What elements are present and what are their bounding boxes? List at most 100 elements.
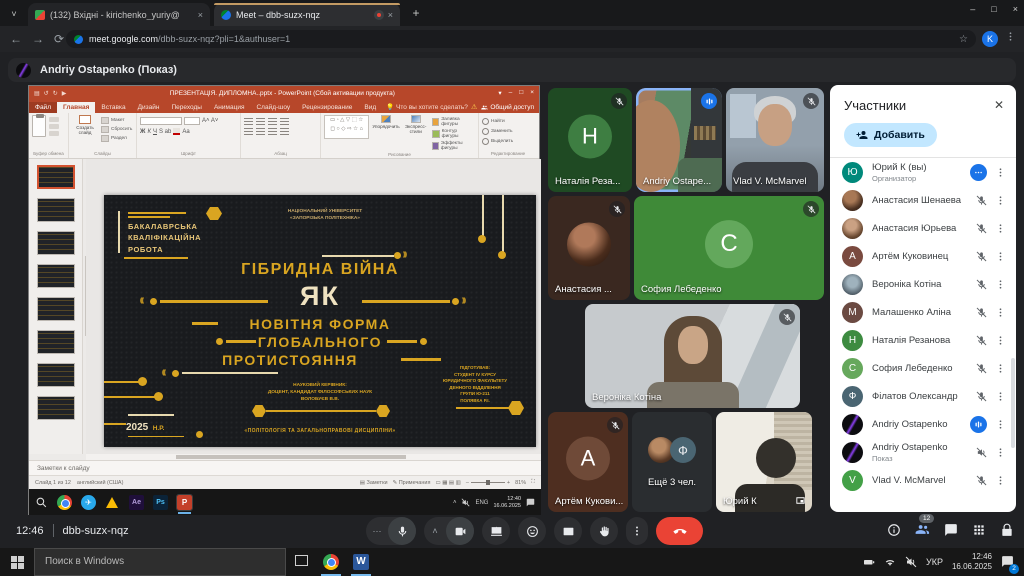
participant-row[interactable]: С София Лебеденко	[830, 354, 1016, 382]
video-tile-vlad[interactable]: Vlad V. McMarvel	[726, 88, 824, 192]
shapes-gallery[interactable]: ▭ ◦ △ ▽ ⬚ ☆◻ ○ ◇ ⇨ ☆ ⌂	[324, 115, 369, 139]
video-tile-andriy[interactable]: Andriy Ostape...	[636, 88, 722, 192]
notes-toggle[interactable]: ▤ Заметки	[360, 480, 388, 486]
participant-menu-icon[interactable]	[995, 279, 1006, 290]
slide-thumbnail-1[interactable]	[37, 165, 75, 189]
captions-button[interactable]	[554, 517, 582, 545]
camera-control[interactable]: ˄	[424, 517, 474, 545]
speaker-icon[interactable]	[461, 498, 470, 507]
video-tile-overflow[interactable]: Ф Ещё 3 чел.	[632, 412, 712, 512]
participant-menu-icon[interactable]	[995, 391, 1006, 402]
view-buttons[interactable]: ▭ ▦ ▤ ▥	[435, 480, 460, 486]
italic-button[interactable]: К	[147, 129, 151, 135]
find-button[interactable]: Найти	[482, 118, 513, 125]
browser-menu-icon[interactable]	[1005, 31, 1016, 42]
replace-button[interactable]: Заменить	[482, 128, 513, 135]
bullets-button[interactable]	[244, 118, 253, 125]
tab-home[interactable]: Главная	[57, 102, 95, 113]
participant-row[interactable]: Анастасия Юрьева	[830, 214, 1016, 242]
participant-menu-icon[interactable]	[995, 447, 1006, 458]
video-tile-natalia[interactable]: Н Наталія Реза...	[548, 88, 632, 192]
tab-close-icon[interactable]: ×	[384, 10, 393, 20]
aftereffects-taskbar-icon[interactable]: Ae	[129, 495, 144, 510]
notes-area[interactable]: Заметки к слайду	[29, 460, 541, 475]
task-view-button[interactable]	[286, 553, 316, 571]
video-tile-veronika[interactable]: Вероніка Котіна	[585, 304, 800, 408]
participant-menu-icon[interactable]	[995, 335, 1006, 346]
restore-icon[interactable]: □	[519, 89, 523, 97]
present-button[interactable]	[482, 517, 510, 545]
share-button[interactable]: Общий доступ	[481, 104, 534, 111]
camera-icon[interactable]	[446, 517, 474, 545]
end-call-button[interactable]	[656, 517, 703, 545]
participant-row[interactable]: Ю Юрий К (вы)Организатор	[830, 158, 1016, 186]
activities-icon[interactable]	[972, 523, 986, 537]
shape-outline-button[interactable]: Контур фигуры	[432, 129, 475, 139]
participant-menu-icon[interactable]	[995, 167, 1006, 178]
tab-close-icon[interactable]: ×	[194, 10, 203, 20]
shape-fill-button[interactable]: Заливка фигуры	[432, 117, 475, 127]
browser-profile-avatar[interactable]: K	[982, 31, 998, 47]
pip-icon[interactable]	[795, 495, 806, 506]
chrome-taskbar-icon[interactable]	[57, 495, 72, 510]
add-participant-button[interactable]: Добавить	[844, 123, 937, 147]
drive-taskbar-icon[interactable]	[105, 495, 120, 510]
video-tile-sofia[interactable]: С София Лебеденко	[634, 196, 824, 300]
more-options-button[interactable]	[626, 517, 648, 545]
save-icon[interactable]: ▤	[34, 90, 40, 97]
participant-row[interactable]: Н Наталія Резанова	[830, 326, 1016, 354]
numbering-button[interactable]	[256, 118, 265, 125]
zoom-level[interactable]: 81%	[515, 480, 526, 486]
video-tile-yuriy[interactable]: Юрий К	[716, 412, 812, 512]
language-indicator[interactable]: УКР	[926, 557, 943, 567]
browser-tab-meet[interactable]: Meet – dbb-suzx-nqz ×	[214, 3, 400, 26]
chat-icon[interactable]	[944, 523, 958, 537]
tab-review[interactable]: Рецензирование	[296, 102, 358, 113]
participant-menu-icon[interactable]	[995, 307, 1006, 318]
spacing-button[interactable]	[280, 118, 289, 125]
shape-effects-button[interactable]: Эффекты фигуры	[432, 141, 475, 151]
close-icon[interactable]: ×	[1013, 4, 1018, 14]
participant-row[interactable]: Вероніка Котіна	[830, 270, 1016, 298]
notification-icon[interactable]	[526, 498, 535, 507]
align-left-button[interactable]	[244, 128, 253, 135]
windows-search-box[interactable]: Поиск в Windows	[34, 548, 286, 576]
new-tab-button[interactable]: +	[408, 6, 424, 22]
back-icon[interactable]: ←	[10, 32, 22, 46]
minimize-icon[interactable]: –	[970, 4, 975, 14]
info-icon[interactable]	[887, 523, 901, 537]
forward-icon[interactable]: →	[32, 32, 44, 46]
video-tile-anastasia[interactable]: Анастасия ...	[548, 196, 630, 300]
presenter-language-indicator[interactable]: ENG	[475, 500, 488, 506]
tab-transitions[interactable]: Переходы	[165, 102, 208, 113]
reload-icon[interactable]: ⟳	[54, 32, 64, 46]
select-button[interactable]: Выделить	[482, 138, 513, 145]
minimize-icon[interactable]: –	[509, 89, 513, 97]
participant-row[interactable]: Анастасия Шенаева	[830, 186, 1016, 214]
participant-row[interactable]: Andriy OstapenkoПоказ	[830, 438, 1016, 466]
slide-thumbnail-3[interactable]	[37, 231, 75, 255]
tray-expand-icon[interactable]: ˄	[453, 500, 457, 506]
participant-row[interactable]: А Артём Куковинец	[830, 242, 1016, 270]
video-tile-artem[interactable]: А Артём Кукови...	[548, 412, 628, 512]
bookmark-star-icon[interactable]: ☆	[959, 34, 968, 45]
comments-toggle[interactable]: ✎ Примечания	[393, 480, 431, 486]
slide-thumbnail-2[interactable]	[37, 198, 75, 222]
close-icon[interactable]: ×	[530, 89, 534, 97]
zoom-slider[interactable]: –+	[466, 480, 510, 486]
section-button[interactable]: Раздел	[101, 135, 132, 142]
tab-slideshow[interactable]: Слайд-шоу	[250, 102, 296, 113]
indent-button[interactable]	[268, 118, 277, 125]
address-bar[interactable]: meet.google.com /dbb-suzx-nqz?pli=1&auth…	[66, 30, 976, 48]
justify-button[interactable]	[280, 128, 289, 135]
font-name-box[interactable]	[140, 117, 182, 125]
tab-animations[interactable]: Анимация	[208, 102, 251, 113]
camera-options-icon[interactable]: ˄	[424, 526, 446, 536]
layout-button[interactable]: Макет	[101, 117, 132, 124]
clipboard-mini-buttons[interactable]	[49, 115, 59, 136]
fit-slide-icon[interactable]: ⛶	[531, 479, 535, 486]
participant-menu-icon[interactable]	[995, 419, 1006, 430]
chrome-taskbar-button[interactable]	[316, 548, 346, 576]
ribbon-options-icon[interactable]: ▾	[498, 89, 501, 97]
battery-icon[interactable]	[863, 556, 875, 568]
